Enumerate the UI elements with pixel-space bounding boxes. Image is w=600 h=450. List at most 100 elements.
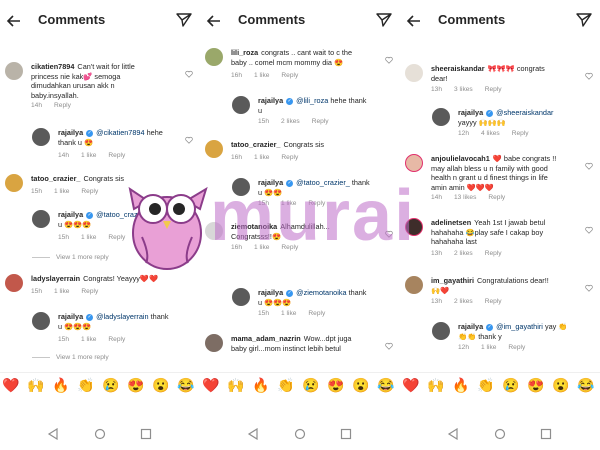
like-heart-icon[interactable] <box>185 70 193 78</box>
username[interactable]: anjoulielavocah1 <box>431 154 490 163</box>
reply-button[interactable]: Reply <box>512 130 529 137</box>
emoji-button[interactable]: 😢 <box>102 376 120 394</box>
emoji-button[interactable]: 😍 <box>527 376 545 394</box>
avatar[interactable] <box>32 128 50 146</box>
like-count[interactable]: 1 like <box>81 234 96 241</box>
avatar[interactable] <box>232 96 250 114</box>
like-heart-icon[interactable] <box>585 162 593 170</box>
username[interactable]: rajailya <box>58 312 83 321</box>
reply-button[interactable]: Reply <box>81 188 98 195</box>
reply-button[interactable]: Reply <box>308 200 325 207</box>
username[interactable]: ziemotanoika <box>231 222 277 231</box>
back-arrow-icon[interactable] <box>206 13 222 29</box>
avatar[interactable] <box>205 222 223 240</box>
like-count[interactable]: 1 like <box>481 344 496 351</box>
mention[interactable]: @sheeraiskandar <box>496 108 553 117</box>
like-count[interactable]: 1 like <box>281 310 296 317</box>
like-count[interactable]: 1 like <box>254 154 269 161</box>
mention[interactable]: @cikatien7894 <box>96 128 144 137</box>
avatar[interactable] <box>5 174 23 192</box>
username[interactable]: im_gayathiri <box>431 276 474 285</box>
username[interactable]: rajailya <box>258 96 283 105</box>
send-icon[interactable] <box>376 12 392 28</box>
username[interactable]: rajailya <box>258 178 283 187</box>
reply-button[interactable]: Reply <box>508 344 525 351</box>
avatar[interactable] <box>32 210 50 228</box>
reply-button[interactable]: Reply <box>485 86 502 93</box>
username[interactable]: lili_roza <box>231 48 258 57</box>
reply-button[interactable]: Reply <box>108 234 125 241</box>
username[interactable]: rajailya <box>58 128 83 137</box>
avatar[interactable] <box>232 178 250 196</box>
like-count[interactable]: 13 likes <box>454 194 476 201</box>
reply-button[interactable]: Reply <box>108 152 125 159</box>
mention[interactable]: @ladyslayerrain <box>96 312 148 321</box>
emoji-button[interactable]: 😢 <box>302 376 320 394</box>
view-more-replies[interactable]: View 1 more reply <box>32 354 109 361</box>
username[interactable]: tatoo_crazier_ <box>231 140 280 149</box>
like-count[interactable]: 1 like <box>54 288 69 295</box>
avatar[interactable] <box>405 64 423 82</box>
mention[interactable]: @im_gayathiri <box>496 322 543 331</box>
mention[interactable]: @lili_roza <box>296 96 328 105</box>
emoji-button[interactable]: ❤️ <box>402 376 420 394</box>
emoji-button[interactable]: 😮 <box>552 376 570 394</box>
reply-button[interactable]: Reply <box>281 244 298 251</box>
username[interactable]: adelinetsen <box>431 218 471 227</box>
like-count[interactable]: 1 like <box>254 244 269 251</box>
emoji-button[interactable]: 😢 <box>502 376 520 394</box>
emoji-button[interactable]: 😍 <box>127 376 145 394</box>
emoji-button[interactable]: 😍 <box>327 376 345 394</box>
reply-button[interactable]: Reply <box>485 250 502 257</box>
nav-back-icon[interactable] <box>247 428 259 440</box>
reply-button[interactable]: Reply <box>54 102 71 109</box>
reply-button[interactable]: Reply <box>281 72 298 79</box>
like-heart-icon[interactable] <box>585 72 593 80</box>
username[interactable]: rajailya <box>58 210 83 219</box>
like-heart-icon[interactable] <box>585 284 593 292</box>
nav-recents-icon[interactable] <box>540 428 552 440</box>
reply-button[interactable]: Reply <box>308 310 325 317</box>
emoji-button[interactable]: ❤️ <box>2 376 20 394</box>
mention[interactable]: @tatoo_crazier_ <box>296 178 350 187</box>
avatar[interactable] <box>32 312 50 330</box>
username[interactable]: sheeraiskandar <box>431 64 485 73</box>
reply-button[interactable]: Reply <box>281 154 298 161</box>
username[interactable]: rajailya <box>458 108 483 117</box>
username[interactable]: rajailya <box>258 288 283 297</box>
reply-button[interactable]: Reply <box>312 118 329 125</box>
send-icon[interactable] <box>576 12 592 28</box>
avatar[interactable] <box>205 334 223 352</box>
avatar[interactable] <box>5 274 23 292</box>
username[interactable]: cikatien7894 <box>31 62 74 71</box>
like-heart-icon[interactable] <box>385 230 393 238</box>
nav-back-icon[interactable] <box>47 428 59 440</box>
back-arrow-icon[interactable] <box>406 13 422 29</box>
like-count[interactable]: 2 likes <box>281 118 300 125</box>
like-count[interactable]: 1 like <box>54 188 69 195</box>
reply-button[interactable]: Reply <box>108 336 125 343</box>
like-count[interactable]: 1 like <box>281 200 296 207</box>
avatar[interactable] <box>405 276 423 294</box>
emoji-button[interactable]: 😂 <box>377 376 395 394</box>
reply-button[interactable]: Reply <box>485 298 502 305</box>
send-icon[interactable] <box>176 12 192 28</box>
like-count[interactable]: 1 like <box>254 72 269 79</box>
avatar[interactable] <box>205 48 223 66</box>
nav-home-icon[interactable] <box>94 428 106 440</box>
like-count[interactable]: 4 likes <box>481 130 500 137</box>
username[interactable]: rajailya <box>458 322 483 331</box>
avatar[interactable] <box>205 140 223 158</box>
emoji-button[interactable]: 🔥 <box>452 376 470 394</box>
emoji-button[interactable]: 😂 <box>177 376 195 394</box>
like-heart-icon[interactable] <box>185 136 193 144</box>
back-arrow-icon[interactable] <box>6 13 22 29</box>
avatar[interactable] <box>405 218 423 236</box>
nav-recents-icon[interactable] <box>140 428 152 440</box>
nav-home-icon[interactable] <box>494 428 506 440</box>
emoji-button[interactable]: 🙌 <box>227 376 245 394</box>
like-count[interactable]: 2 likes <box>454 298 473 305</box>
mention[interactable]: @ziemotanoika <box>296 288 346 297</box>
reply-button[interactable]: Reply <box>81 288 98 295</box>
emoji-button[interactable]: 👏 <box>277 376 295 394</box>
